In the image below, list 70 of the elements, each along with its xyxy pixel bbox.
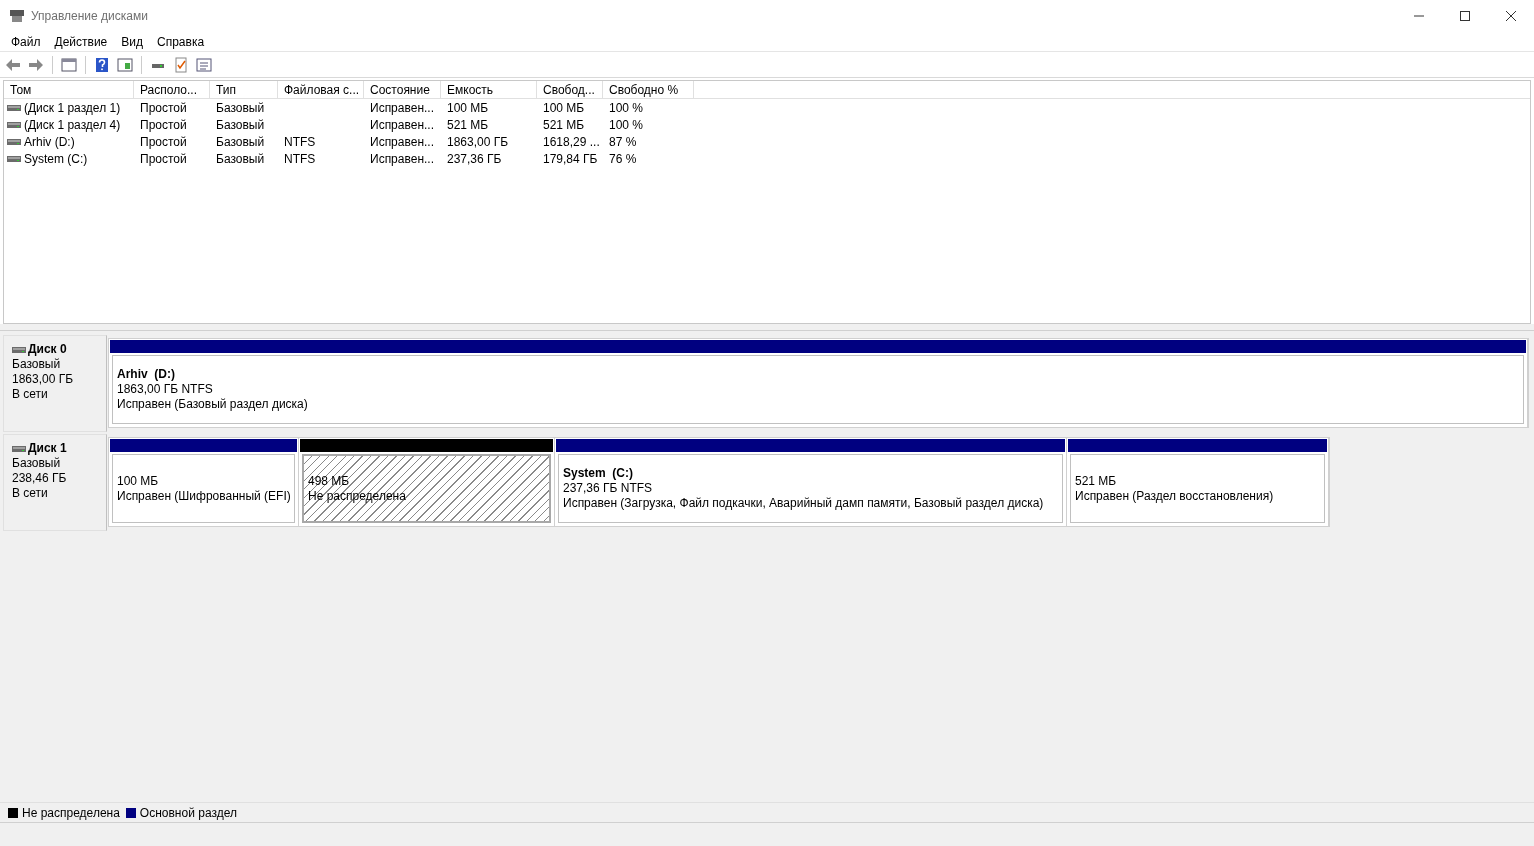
partition-size: 521 МБ bbox=[1075, 473, 1117, 489]
column-header[interactable]: Емкость bbox=[441, 81, 537, 99]
table-cell-text: System (C:) bbox=[24, 150, 88, 168]
table-cell-text: 1618,29 ... bbox=[543, 133, 600, 151]
table-cell-text: 76 % bbox=[609, 150, 637, 168]
table-cell-text: Базовый bbox=[216, 99, 265, 117]
table-cell-text: Простой bbox=[140, 133, 187, 151]
menu-item[interactable]: Файл bbox=[4, 32, 48, 51]
close-icon bbox=[1506, 11, 1516, 21]
table-cell-text: Базовый bbox=[216, 150, 265, 168]
table-cell-text: Исправен... bbox=[370, 150, 434, 168]
table-cell-text: NTFS bbox=[284, 133, 316, 151]
partition-label: Arhiv (D:) bbox=[117, 367, 176, 382]
table-cell-text: Простой bbox=[140, 150, 187, 168]
column-header[interactable]: Тип bbox=[210, 81, 278, 99]
partition-size: 237,36 ГБ NTFS bbox=[563, 481, 653, 496]
disk-type: Базовый bbox=[12, 456, 62, 471]
column-header[interactable]: Файловая с... bbox=[278, 81, 364, 99]
partition-label: System (C:) bbox=[563, 466, 634, 481]
column-header[interactable]: Свобод... bbox=[537, 81, 603, 99]
table-cell-text: NTFS bbox=[284, 150, 316, 168]
menu-item[interactable]: Действие bbox=[47, 32, 115, 51]
table-cell-text: 237,36 ГБ bbox=[447, 150, 502, 168]
partition-status: Исправен (Загрузка, Файл подкачки, Аварийный дамп памяти, Базовый раздел диска) bbox=[563, 496, 1044, 511]
partition-size: 100 МБ bbox=[117, 473, 159, 489]
partition-status: Исправен (Шифрованный (EFI) bbox=[117, 488, 291, 504]
table-cell-text: Базовый bbox=[216, 116, 265, 134]
table-cell-text: Исправен... bbox=[370, 133, 434, 151]
table-cell-text: 100 % bbox=[609, 99, 644, 117]
table-cell-text: 179,84 ГБ bbox=[543, 150, 598, 168]
disk-name: Диск 0 bbox=[28, 342, 67, 357]
disk-info-panel[interactable]: Диск 0 Базовый 1863,00 ГБ В сети bbox=[3, 335, 107, 432]
partition-status: Не распределена bbox=[308, 488, 406, 504]
menu-item[interactable]: Вид bbox=[114, 32, 150, 51]
table-cell-text: Базовый bbox=[216, 133, 265, 151]
partition-size: 498 МБ bbox=[308, 473, 350, 489]
legend-label: Основной раздел bbox=[139, 804, 237, 822]
table-cell-text: Простой bbox=[140, 116, 187, 134]
table-cell-text: 100 МБ bbox=[447, 99, 489, 117]
disk-info-panel[interactable]: Диск 1 Базовый 238,46 ГБ В сети bbox=[3, 434, 107, 531]
table-cell-text: 100 % bbox=[609, 116, 644, 134]
partition-size: 1863,00 ГБ NTFS bbox=[117, 382, 213, 397]
table-cell-text: (Диск 1 раздел 1) bbox=[24, 99, 121, 117]
maximize-icon bbox=[1460, 11, 1470, 21]
table-cell-text: 1863,00 ГБ bbox=[447, 133, 509, 151]
table-cell-text: 100 МБ bbox=[543, 99, 585, 117]
table-cell-text: Простой bbox=[140, 99, 187, 117]
column-header[interactable]: Том bbox=[4, 81, 134, 99]
table-cell-text: Исправен... bbox=[370, 116, 434, 134]
table-cell-text: 521 МБ bbox=[543, 116, 585, 134]
partition-status: Исправен (Раздел восстановления) bbox=[1075, 488, 1274, 504]
table-cell-text: Исправен... bbox=[370, 99, 434, 117]
disk-name: Диск 1 bbox=[28, 441, 67, 456]
disk-status: В сети bbox=[12, 387, 49, 402]
legend-label: Не распределена bbox=[22, 804, 120, 822]
table-cell-text: (Диск 1 раздел 4) bbox=[24, 116, 121, 134]
disk-size: 1863,00 ГБ bbox=[12, 372, 75, 387]
column-header[interactable]: Состояние bbox=[364, 81, 441, 99]
disk-status: В сети bbox=[12, 486, 49, 501]
menu-item[interactable]: Справка bbox=[150, 32, 212, 51]
column-header[interactable]: Располо... bbox=[134, 81, 210, 99]
disk-type: Базовый bbox=[12, 357, 62, 372]
column-header[interactable]: Свободно % bbox=[603, 81, 694, 99]
partition-status: Исправен (Базовый раздел диска) bbox=[117, 397, 308, 412]
app-icon bbox=[9, 9, 25, 23]
table-cell-text: 521 МБ bbox=[447, 116, 489, 134]
disk-size: 238,46 ГБ bbox=[12, 471, 68, 486]
table-cell-text: 87 % bbox=[609, 133, 637, 151]
table-cell-text: Arhiv (D:) bbox=[24, 133, 75, 151]
window-title: Управление дисками bbox=[31, 8, 148, 25]
